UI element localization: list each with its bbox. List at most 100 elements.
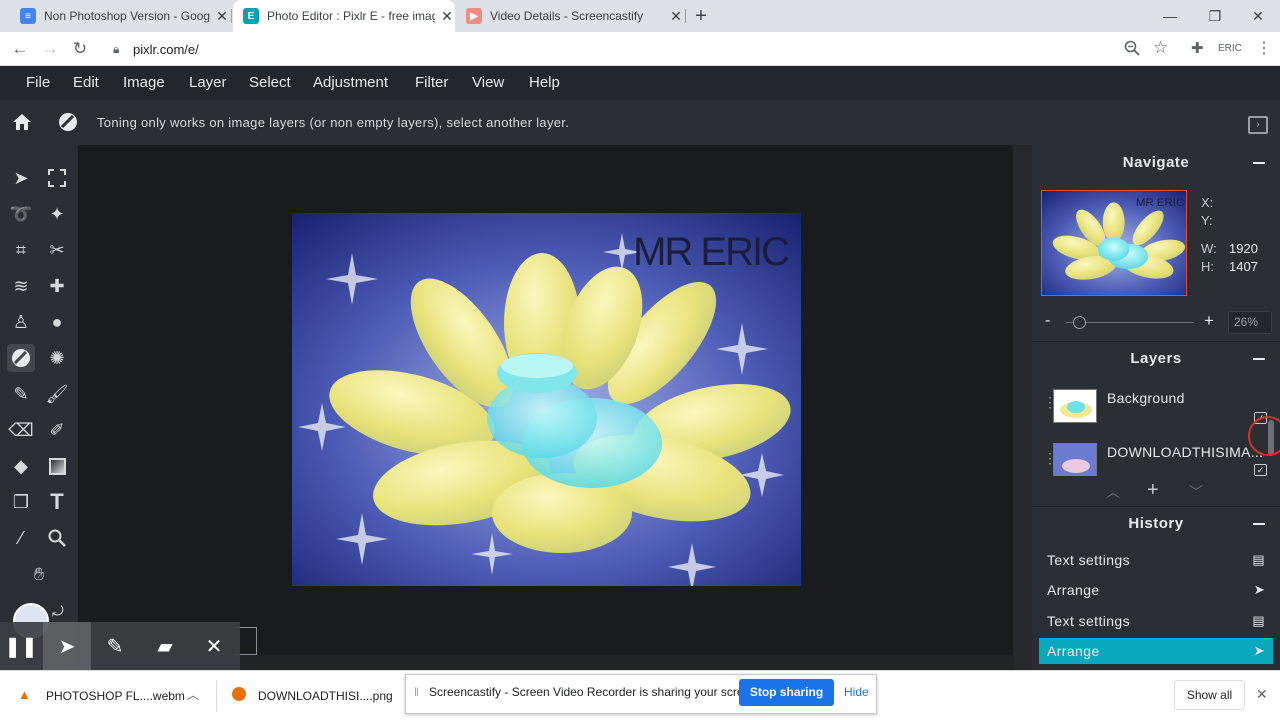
shape-icon[interactable]: ❐ (7, 488, 35, 516)
menu-file[interactable]: File (26, 66, 50, 100)
new-tab-icon[interactable]: + (690, 6, 712, 28)
tab-screencastify[interactable]: ▶ Video Details - Screencastify ✕ (458, 0, 684, 32)
move-layer-down-icon[interactable]: ﹀ (1189, 482, 1203, 502)
navigator-thumbnail[interactable]: MR ERIC (1041, 190, 1187, 296)
marquee-tool-icon[interactable] (43, 164, 71, 192)
lock-icon[interactable]: 🔒︎ (113, 42, 119, 57)
address-bar[interactable] (104, 37, 1176, 61)
liquify-icon[interactable]: ≋ (7, 272, 35, 300)
scissors-icon[interactable]: ✂ (43, 236, 71, 264)
zoom-percent-field[interactable]: 26% (1228, 311, 1272, 334)
hide-button[interactable]: Hide (844, 685, 869, 699)
layers-title: Layers (1130, 350, 1182, 367)
maximize-icon[interactable]: ❐ (1193, 0, 1237, 32)
replace-color-icon[interactable]: ✐ (43, 416, 71, 444)
close-icon[interactable]: ✕ (668, 8, 684, 25)
url-text[interactable]: pixlr.com/e/ (133, 42, 199, 57)
menu-view[interactable]: View (472, 66, 504, 100)
heal-bandage-icon[interactable]: ✚ (43, 272, 71, 300)
history-label: Arrange (1047, 643, 1100, 659)
window-close-icon[interactable]: ✕ (1236, 0, 1280, 32)
arrow-icon: ➤ (1253, 643, 1265, 658)
hand-tool-icon[interactable]: ✋︎ (25, 560, 53, 588)
zoom-in-button[interactable]: + (1204, 311, 1214, 331)
history-item[interactable]: Arrange ➤ (1039, 577, 1273, 603)
text-tool-icon[interactable]: T (43, 488, 71, 516)
collapse-layers-icon[interactable] (1253, 358, 1265, 360)
stop-sharing-button[interactable]: Stop sharing (739, 679, 834, 706)
eraser-icon[interactable]: ⌫ (7, 416, 35, 444)
history-item[interactable]: Text settings ▤ (1039, 547, 1273, 573)
sponge-icon[interactable]: ✺ (43, 344, 71, 372)
reload-icon[interactable]: ↻ (69, 38, 91, 60)
drag-grip-icon[interactable]: ‖ (414, 685, 419, 699)
tab-google-doc[interactable]: ≡ Non Photoshop Version - Google ✕ (12, 0, 230, 32)
chevron-up-icon[interactable]: ︿ (187, 686, 199, 703)
cursor-icon[interactable]: ➤ (43, 622, 91, 670)
profile-label[interactable]: ERIC (1218, 43, 1242, 54)
browser-menu-icon[interactable]: ⋮ (1256, 38, 1272, 58)
crop-tool-icon[interactable]: ⌗ (7, 236, 35, 264)
lasso-tool-icon[interactable]: ➰ (7, 200, 35, 228)
workspace-vertical-scroll[interactable] (1013, 145, 1032, 670)
add-layer-icon[interactable]: + (1147, 479, 1159, 502)
collapse-navigate-icon[interactable] (1253, 162, 1265, 164)
menu-layer[interactable]: Layer (189, 66, 227, 100)
menu-image[interactable]: Image (123, 66, 165, 100)
tab-title: Photo Editor : Pixlr E - free image (267, 9, 435, 23)
tab-pixlr[interactable]: E Photo Editor : Pixlr E - free image ✕ (233, 0, 455, 32)
minimize-icon[interactable]: — (1148, 0, 1192, 32)
pencil-icon[interactable]: ✎ (7, 380, 35, 408)
tab-separator (685, 9, 686, 23)
pen-icon[interactable]: ✎ (91, 622, 139, 670)
fill-bucket-icon[interactable]: ◆ (7, 452, 35, 480)
layer-visibility-checkbox[interactable]: ✓ (1254, 464, 1267, 476)
zoom-tool-icon[interactable] (43, 524, 71, 552)
layer-thumbnail (1053, 443, 1097, 476)
x-label: X: (1201, 195, 1214, 210)
toning-tool-icon[interactable] (7, 344, 35, 372)
back-icon[interactable]: ← (9, 38, 31, 60)
menu-filter[interactable]: Filter (415, 66, 448, 100)
zoom-icon[interactable] (1124, 40, 1140, 56)
extensions-puzzle-icon[interactable]: ✚ (1191, 39, 1204, 57)
close-download-bar-icon[interactable]: ✕ (1256, 686, 1268, 703)
menu-help[interactable]: Help (529, 66, 560, 100)
history-item-active[interactable]: Arrange ➤ (1039, 638, 1273, 664)
blur-drop-icon[interactable]: ● (43, 308, 71, 336)
close-icon[interactable]: ✕ (214, 8, 230, 25)
swap-colors-icon[interactable]: ⤾ (52, 603, 64, 620)
move-layer-up-icon[interactable]: ︿ (1106, 482, 1120, 502)
bookmark-star-icon[interactable]: ☆ (1153, 38, 1168, 58)
show-all-button[interactable]: Show all (1174, 680, 1245, 710)
vlc-file-icon: ▲ (18, 687, 31, 702)
eyedropper-icon[interactable]: ⁄ (7, 524, 35, 552)
image-canvas[interactable]: MR ERIC (292, 213, 801, 586)
download-item-name[interactable]: DOWNLOADTHISI....png (258, 689, 393, 703)
zoom-out-button[interactable]: - (1045, 312, 1050, 330)
home-icon[interactable] (11, 112, 33, 132)
history-item[interactable]: Text settings ▤ (1039, 608, 1273, 634)
gradient-icon[interactable] (43, 452, 71, 480)
pixlr-icon: E (243, 8, 259, 24)
menu-select[interactable]: Select (249, 66, 291, 100)
close-icon[interactable]: ✕ (190, 622, 238, 670)
menu-edit[interactable]: Edit (73, 66, 99, 100)
download-item-name[interactable]: PHOTOSHOP FL....webm (46, 689, 185, 703)
collapse-history-icon[interactable] (1253, 523, 1265, 525)
layer-row-download[interactable]: ⋮ DOWNLOADTHISIMA... ✓ (1040, 440, 1273, 476)
width-value: 1920 (1229, 241, 1258, 256)
menu-adjustment[interactable]: Adjustment (313, 66, 388, 100)
forward-icon[interactable]: → (39, 38, 61, 60)
magic-wand-icon[interactable]: ✦ (43, 200, 71, 228)
layer-thumbnail (1053, 389, 1097, 423)
pause-icon[interactable]: ❚❚ (0, 622, 45, 670)
layer-row-background[interactable]: ⋮ Background ✓ (1040, 386, 1273, 430)
zoom-slider-handle[interactable] (1072, 316, 1086, 329)
close-icon[interactable]: ✕ (439, 8, 455, 25)
eraser-icon[interactable]: ▰ (141, 622, 189, 670)
brush-icon[interactable]: 🖌︎ (43, 380, 71, 408)
clone-stamp-icon[interactable]: ♙ (7, 308, 35, 336)
collapse-panel-icon[interactable]: › (1248, 116, 1268, 134)
arrange-tool-icon[interactable]: ➤ (7, 164, 35, 192)
